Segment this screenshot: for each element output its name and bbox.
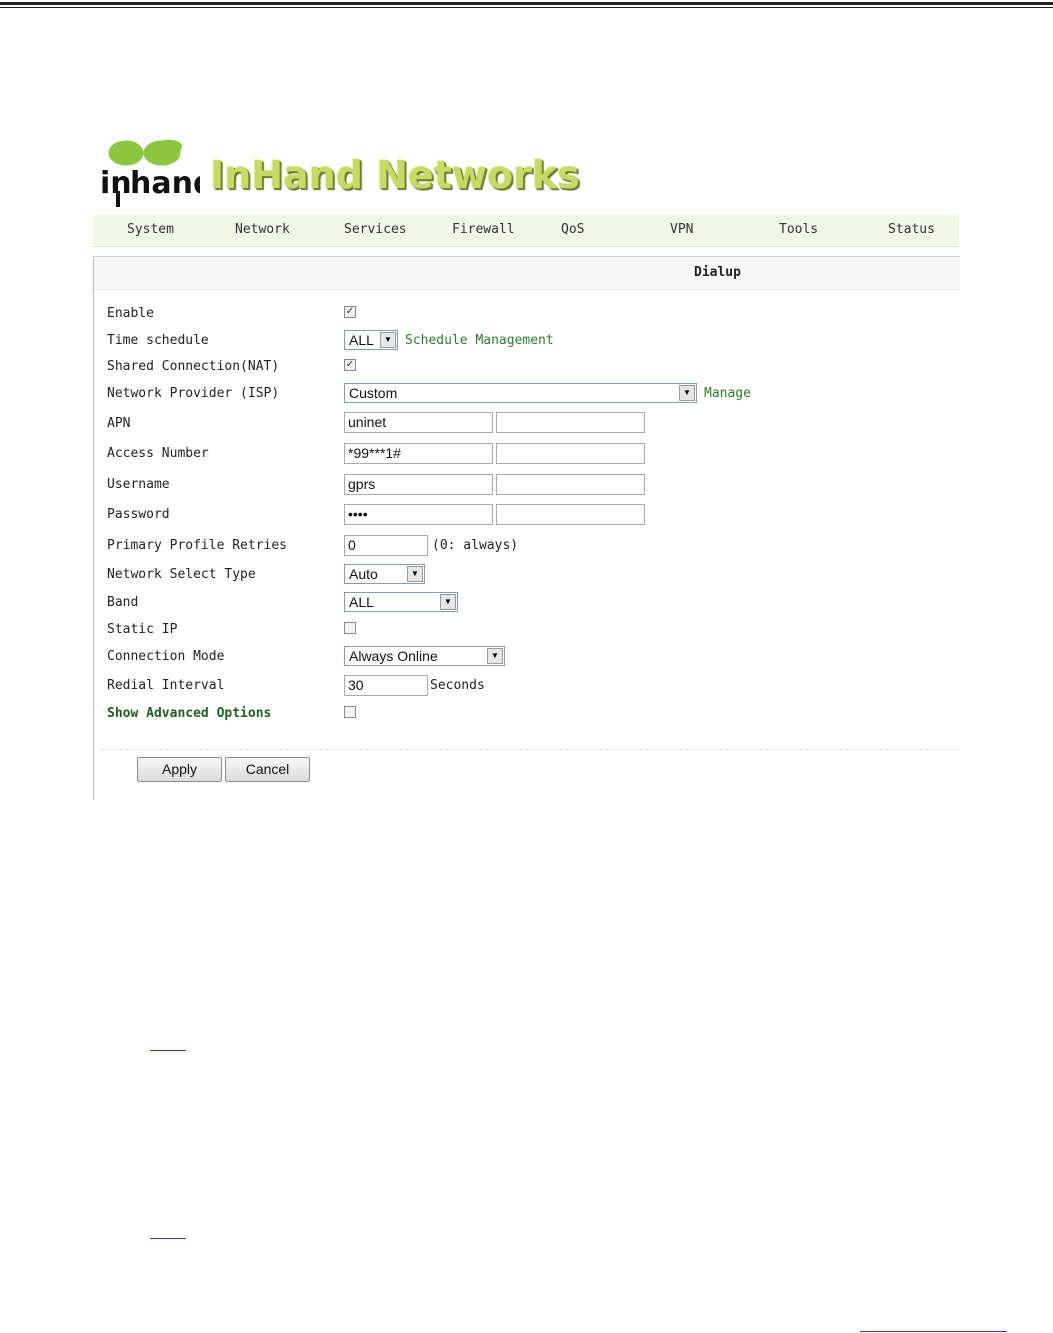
network-select-type-value: Auto — [349, 566, 378, 582]
redial-interval-label: Redial Interval — [107, 678, 225, 693]
manage-link[interactable]: Manage — [704, 386, 751, 401]
shared-connection-checkbox[interactable]: ✓ — [344, 359, 356, 371]
svg-text:in: in — [100, 166, 132, 201]
apn-input-secondary[interactable] — [496, 412, 645, 433]
connection-mode-select[interactable]: Always Online ▼ — [344, 646, 505, 666]
access-number-input[interactable]: *99***1# — [344, 443, 493, 464]
primary-profile-retries-label: Primary Profile Retries — [107, 538, 288, 553]
chevron-down-icon: ▼ — [679, 385, 695, 401]
apn-input[interactable]: uninet — [344, 412, 493, 433]
apn-label: APN — [107, 416, 131, 431]
seconds-unit: Seconds — [430, 678, 485, 693]
link-underline[interactable] — [150, 1050, 186, 1051]
password-label: Password — [107, 507, 170, 522]
nav-services[interactable]: Services — [344, 222, 407, 237]
username-input-secondary[interactable] — [496, 474, 645, 495]
chevron-down-icon: ▼ — [440, 594, 456, 610]
network-provider-select[interactable]: Custom ▼ — [344, 383, 697, 403]
shared-connection-label: Shared Connection(NAT) — [107, 359, 280, 374]
access-number-input-secondary[interactable] — [496, 443, 645, 464]
divider — [100, 749, 958, 750]
time-schedule-value: ALL — [349, 332, 374, 348]
header-rule — [0, 2, 1053, 5]
cancel-button[interactable]: Cancel — [225, 757, 310, 782]
network-provider-label: Network Provider (ISP) — [107, 386, 280, 401]
nav-tools[interactable]: Tools — [779, 222, 818, 237]
static-ip-checkbox[interactable] — [344, 622, 356, 634]
time-schedule-select[interactable]: ALL ▼ — [344, 330, 398, 350]
apply-button[interactable]: Apply — [137, 757, 222, 782]
inhand-logo: in hand — [100, 133, 214, 213]
enable-label: Enable — [107, 306, 154, 321]
nav-vpn[interactable]: VPN — [670, 222, 693, 237]
network-select-type-label: Network Select Type — [107, 567, 256, 582]
nav-system[interactable]: System — [127, 222, 174, 237]
schedule-management-link[interactable]: Schedule Management — [405, 333, 554, 348]
brand-name: InHand Networks — [210, 153, 580, 197]
static-ip-label: Static IP — [107, 622, 178, 637]
password-input[interactable]: •••• — [344, 504, 493, 525]
primary-profile-retries-input[interactable]: 0 — [344, 535, 428, 556]
chevron-down-icon: ▼ — [380, 332, 396, 348]
username-input[interactable]: gprs — [344, 474, 493, 495]
band-label: Band — [107, 595, 139, 610]
show-advanced-checkbox[interactable] — [344, 706, 356, 718]
nav-qos[interactable]: QoS — [561, 222, 584, 237]
nav-status[interactable]: Status — [888, 222, 935, 237]
panel-title: Dialup — [694, 265, 741, 280]
show-advanced-label: Show Advanced Options — [107, 706, 272, 721]
connection-mode-label: Connection Mode — [107, 649, 225, 664]
network-select-type-select[interactable]: Auto ▼ — [344, 564, 425, 584]
link-underline[interactable] — [860, 1331, 1007, 1332]
panel-header: Dialup — [94, 257, 960, 290]
chevron-down-icon: ▼ — [407, 566, 423, 582]
username-label: Username — [107, 477, 170, 492]
main-nav: System Network Services Firewall QoS VPN… — [93, 215, 959, 247]
band-value: ALL — [349, 594, 374, 610]
svg-text:hand: hand — [130, 166, 200, 201]
time-schedule-label: Time schedule — [107, 333, 209, 348]
connection-mode-value: Always Online — [349, 648, 438, 664]
band-select[interactable]: ALL ▼ — [344, 592, 458, 612]
password-input-secondary[interactable] — [496, 504, 645, 525]
link-underline[interactable] — [150, 1238, 186, 1239]
header-rule-thin — [0, 7, 1053, 8]
nav-firewall[interactable]: Firewall — [452, 222, 515, 237]
enable-checkbox[interactable]: ✓ — [344, 306, 356, 318]
retries-hint: (0: always) — [432, 538, 519, 553]
network-provider-value: Custom — [349, 385, 398, 401]
nav-network[interactable]: Network — [235, 222, 290, 237]
redial-interval-input[interactable]: 30 — [344, 675, 428, 696]
chevron-down-icon: ▼ — [487, 648, 503, 664]
access-number-label: Access Number — [107, 446, 209, 461]
